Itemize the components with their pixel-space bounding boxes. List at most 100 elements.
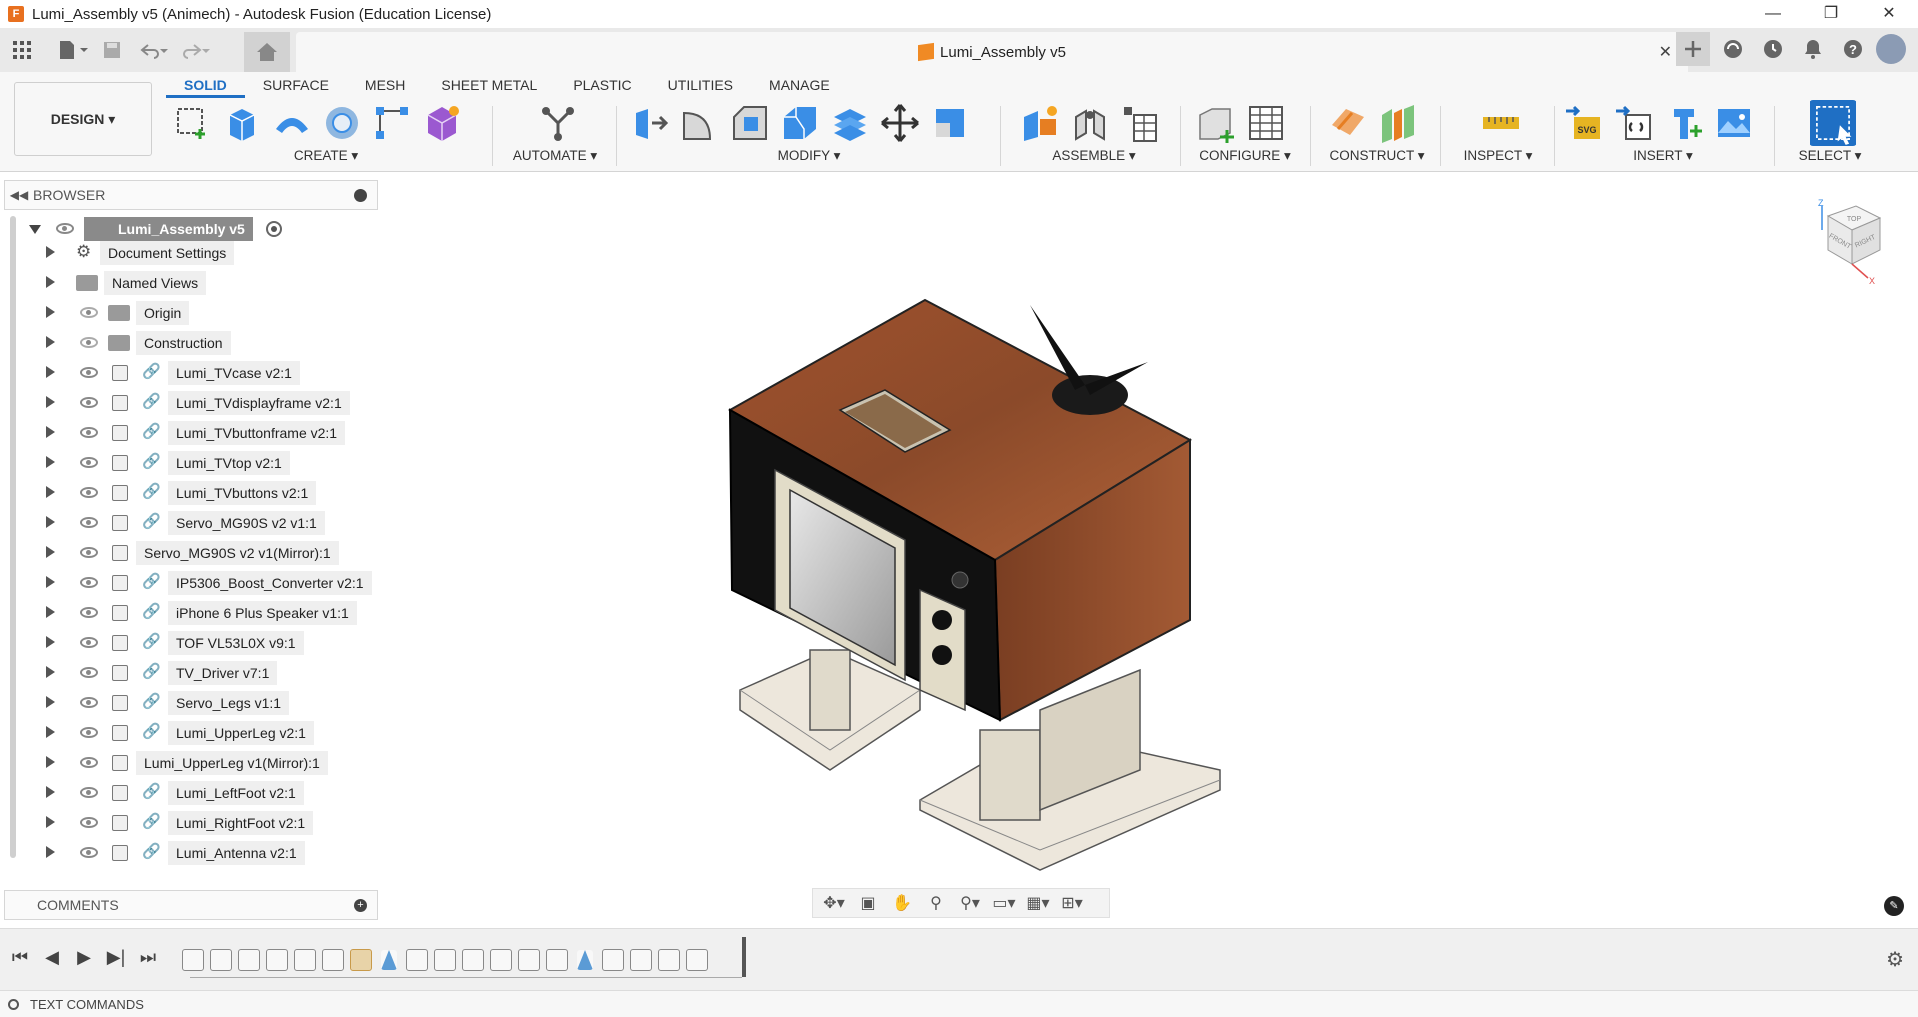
tab-surface[interactable]: SURFACE — [245, 74, 347, 98]
file-icon[interactable] — [58, 36, 88, 64]
visibility-eye-icon[interactable] — [80, 727, 98, 738]
visibility-eye-icon[interactable] — [80, 607, 98, 618]
visibility-eye-icon[interactable] — [80, 787, 98, 798]
save-icon[interactable] — [98, 36, 126, 64]
timeline-joint-feature[interactable] — [630, 949, 652, 971]
expand-arrow-icon[interactable] — [46, 276, 55, 288]
visibility-eye-icon[interactable] — [80, 397, 98, 408]
hidden-eye-icon[interactable] — [80, 337, 98, 348]
user-avatar[interactable] — [1876, 34, 1906, 64]
document-tab[interactable]: Lumi_Assembly v5 ✕ — [296, 32, 1688, 72]
tree-item[interactable]: 🔗 Servo_MG90S v2 v1:1 — [4, 510, 378, 536]
expand-arrow-icon[interactable] — [46, 636, 55, 648]
tab-plastic[interactable]: PLASTIC — [555, 74, 649, 98]
text-commands-bar[interactable]: TEXT COMMANDS — [0, 990, 1918, 1017]
tree-item[interactable]: 🔗 Lumi_Antenna v2:1 — [4, 840, 378, 866]
measure-icon[interactable] — [1481, 103, 1521, 143]
tab-solid[interactable]: SOLID — [166, 74, 245, 98]
collapse-browser-icon[interactable]: ◀◀ — [5, 188, 33, 202]
expand-arrow-icon[interactable] — [46, 816, 55, 828]
add-comment-icon[interactable]: + — [354, 899, 367, 912]
select-menu[interactable]: SELECT ▾ — [1780, 148, 1880, 164]
automate-menu[interactable]: AUTOMATE ▾ — [500, 148, 610, 164]
clock-icon[interactable] — [1756, 32, 1790, 66]
tree-item[interactable]: 🔗 IP5306_Boost_Converter v2:1 — [4, 570, 378, 596]
visibility-eye-icon[interactable] — [80, 757, 98, 768]
inspect-menu[interactable]: INSPECT ▾ — [1448, 148, 1548, 164]
tree-item[interactable]: ⚙ Document Settings — [4, 240, 378, 266]
expand-arrow-icon[interactable] — [46, 576, 55, 588]
visibility-eye-icon[interactable] — [80, 517, 98, 528]
visibility-eye-icon[interactable] — [80, 547, 98, 558]
timeline-plane-feature[interactable] — [577, 950, 593, 970]
tree-item[interactable]: 🔗 iPhone 6 Plus Speaker v1:1 — [4, 600, 378, 626]
timeline-joint-feature[interactable] — [350, 949, 372, 971]
pan-icon[interactable]: ✋ — [889, 893, 915, 913]
insert-canvas-icon[interactable] — [1714, 103, 1754, 143]
visibility-eye-icon[interactable] — [56, 223, 74, 234]
visibility-eye-icon[interactable] — [80, 847, 98, 858]
restore-button[interactable]: ❐ — [1802, 0, 1860, 28]
play-icon[interactable]: ▶ — [74, 947, 94, 968]
tree-item[interactable]: 🔗 Lumi_TVbuttons v2:1 — [4, 480, 378, 506]
visibility-eye-icon[interactable] — [80, 427, 98, 438]
expand-arrow-icon[interactable] — [46, 306, 55, 318]
activate-radio-icon[interactable] — [266, 221, 282, 237]
timeline-joint-feature[interactable] — [602, 949, 624, 971]
tree-item[interactable]: 🔗 Lumi_TVtop v2:1 — [4, 450, 378, 476]
visibility-eye-icon[interactable] — [80, 667, 98, 678]
comments-panel[interactable]: COMMENTS + — [4, 890, 378, 920]
timeline-joint-feature[interactable] — [658, 949, 680, 971]
extrude-icon[interactable] — [222, 103, 262, 143]
expand-arrow-icon[interactable] — [46, 336, 55, 348]
timeline-plane-feature[interactable] — [381, 950, 397, 970]
undo-icon[interactable] — [140, 36, 170, 64]
select-icon[interactable] — [1809, 100, 1857, 146]
tree-item[interactable]: 🔗 TOF VL53L0X v9:1 — [4, 630, 378, 656]
visibility-eye-icon[interactable] — [80, 817, 98, 828]
expand-arrow-icon[interactable] — [46, 366, 55, 378]
look-at-icon[interactable]: ▣ — [855, 893, 881, 913]
plus-icon[interactable] — [1676, 32, 1710, 66]
tree-item[interactable]: 🔗 TV_Driver v7:1 — [4, 660, 378, 686]
text-commands-toggle-icon[interactable] — [8, 999, 19, 1010]
expand-arrow-icon[interactable] — [46, 756, 55, 768]
tree-item[interactable]: 🔗 Lumi_TVdisplayframe v2:1 — [4, 390, 378, 416]
create-sketch-icon[interactable] — [172, 103, 212, 143]
revolve-icon[interactable] — [272, 103, 312, 143]
tree-item[interactable]: 🔗 Lumi_UpperLeg v2:1 — [4, 720, 378, 746]
view-cube[interactable]: TOP FRONT RIGHT Z X — [1808, 196, 1898, 286]
expand-arrow-icon[interactable] — [46, 696, 55, 708]
tree-item[interactable]: 🔗 Lumi_TVcase v2:1 — [4, 360, 378, 386]
timeline-joint-feature[interactable] — [518, 949, 540, 971]
tab-mesh[interactable]: MESH — [347, 74, 423, 98]
expand-arrow-icon[interactable] — [46, 546, 55, 558]
timeline-marker[interactable] — [742, 937, 746, 977]
insert-menu[interactable]: INSERT ▾ — [1558, 148, 1768, 164]
collapse-arrow-icon[interactable] — [29, 225, 41, 234]
tree-item[interactable]: Servo_MG90S v2 v1(Mirror):1 — [4, 540, 378, 566]
timeline-joint-feature[interactable] — [546, 949, 568, 971]
insert-derive-icon[interactable] — [1614, 103, 1654, 143]
visibility-eye-icon[interactable] — [80, 457, 98, 468]
automate-icon[interactable] — [538, 103, 578, 143]
workspace-switcher-button[interactable]: DESIGN ▾ — [14, 82, 152, 156]
tree-item[interactable]: Named Views — [4, 270, 378, 296]
minimize-button[interactable]: — — [1744, 0, 1802, 28]
pattern-icon[interactable] — [372, 103, 412, 143]
new-component-icon[interactable] — [1020, 103, 1060, 143]
go-to-start-icon[interactable]: ⏮ — [10, 947, 30, 968]
expand-arrow-icon[interactable] — [46, 846, 55, 858]
configure-menu[interactable]: CONFIGURE ▾ — [1190, 148, 1300, 164]
go-to-end-icon[interactable]: ⏭ — [138, 947, 158, 968]
tab-manage[interactable]: MANAGE — [751, 74, 848, 98]
visibility-eye-icon[interactable] — [80, 697, 98, 708]
tree-item[interactable]: 🔗 Lumi_TVbuttonframe v2:1 — [4, 420, 378, 446]
hidden-eye-icon[interactable] — [80, 307, 98, 318]
timeline-joint-feature[interactable] — [406, 949, 428, 971]
tree-item[interactable]: 🔗 Lumi_LeftFoot v2:1 — [4, 780, 378, 806]
grid-icon[interactable] — [8, 36, 36, 64]
scale-icon[interactable] — [930, 103, 970, 143]
timeline-joint-feature[interactable] — [182, 949, 204, 971]
timeline-settings-gear-icon[interactable]: ⚙ — [1886, 947, 1904, 972]
